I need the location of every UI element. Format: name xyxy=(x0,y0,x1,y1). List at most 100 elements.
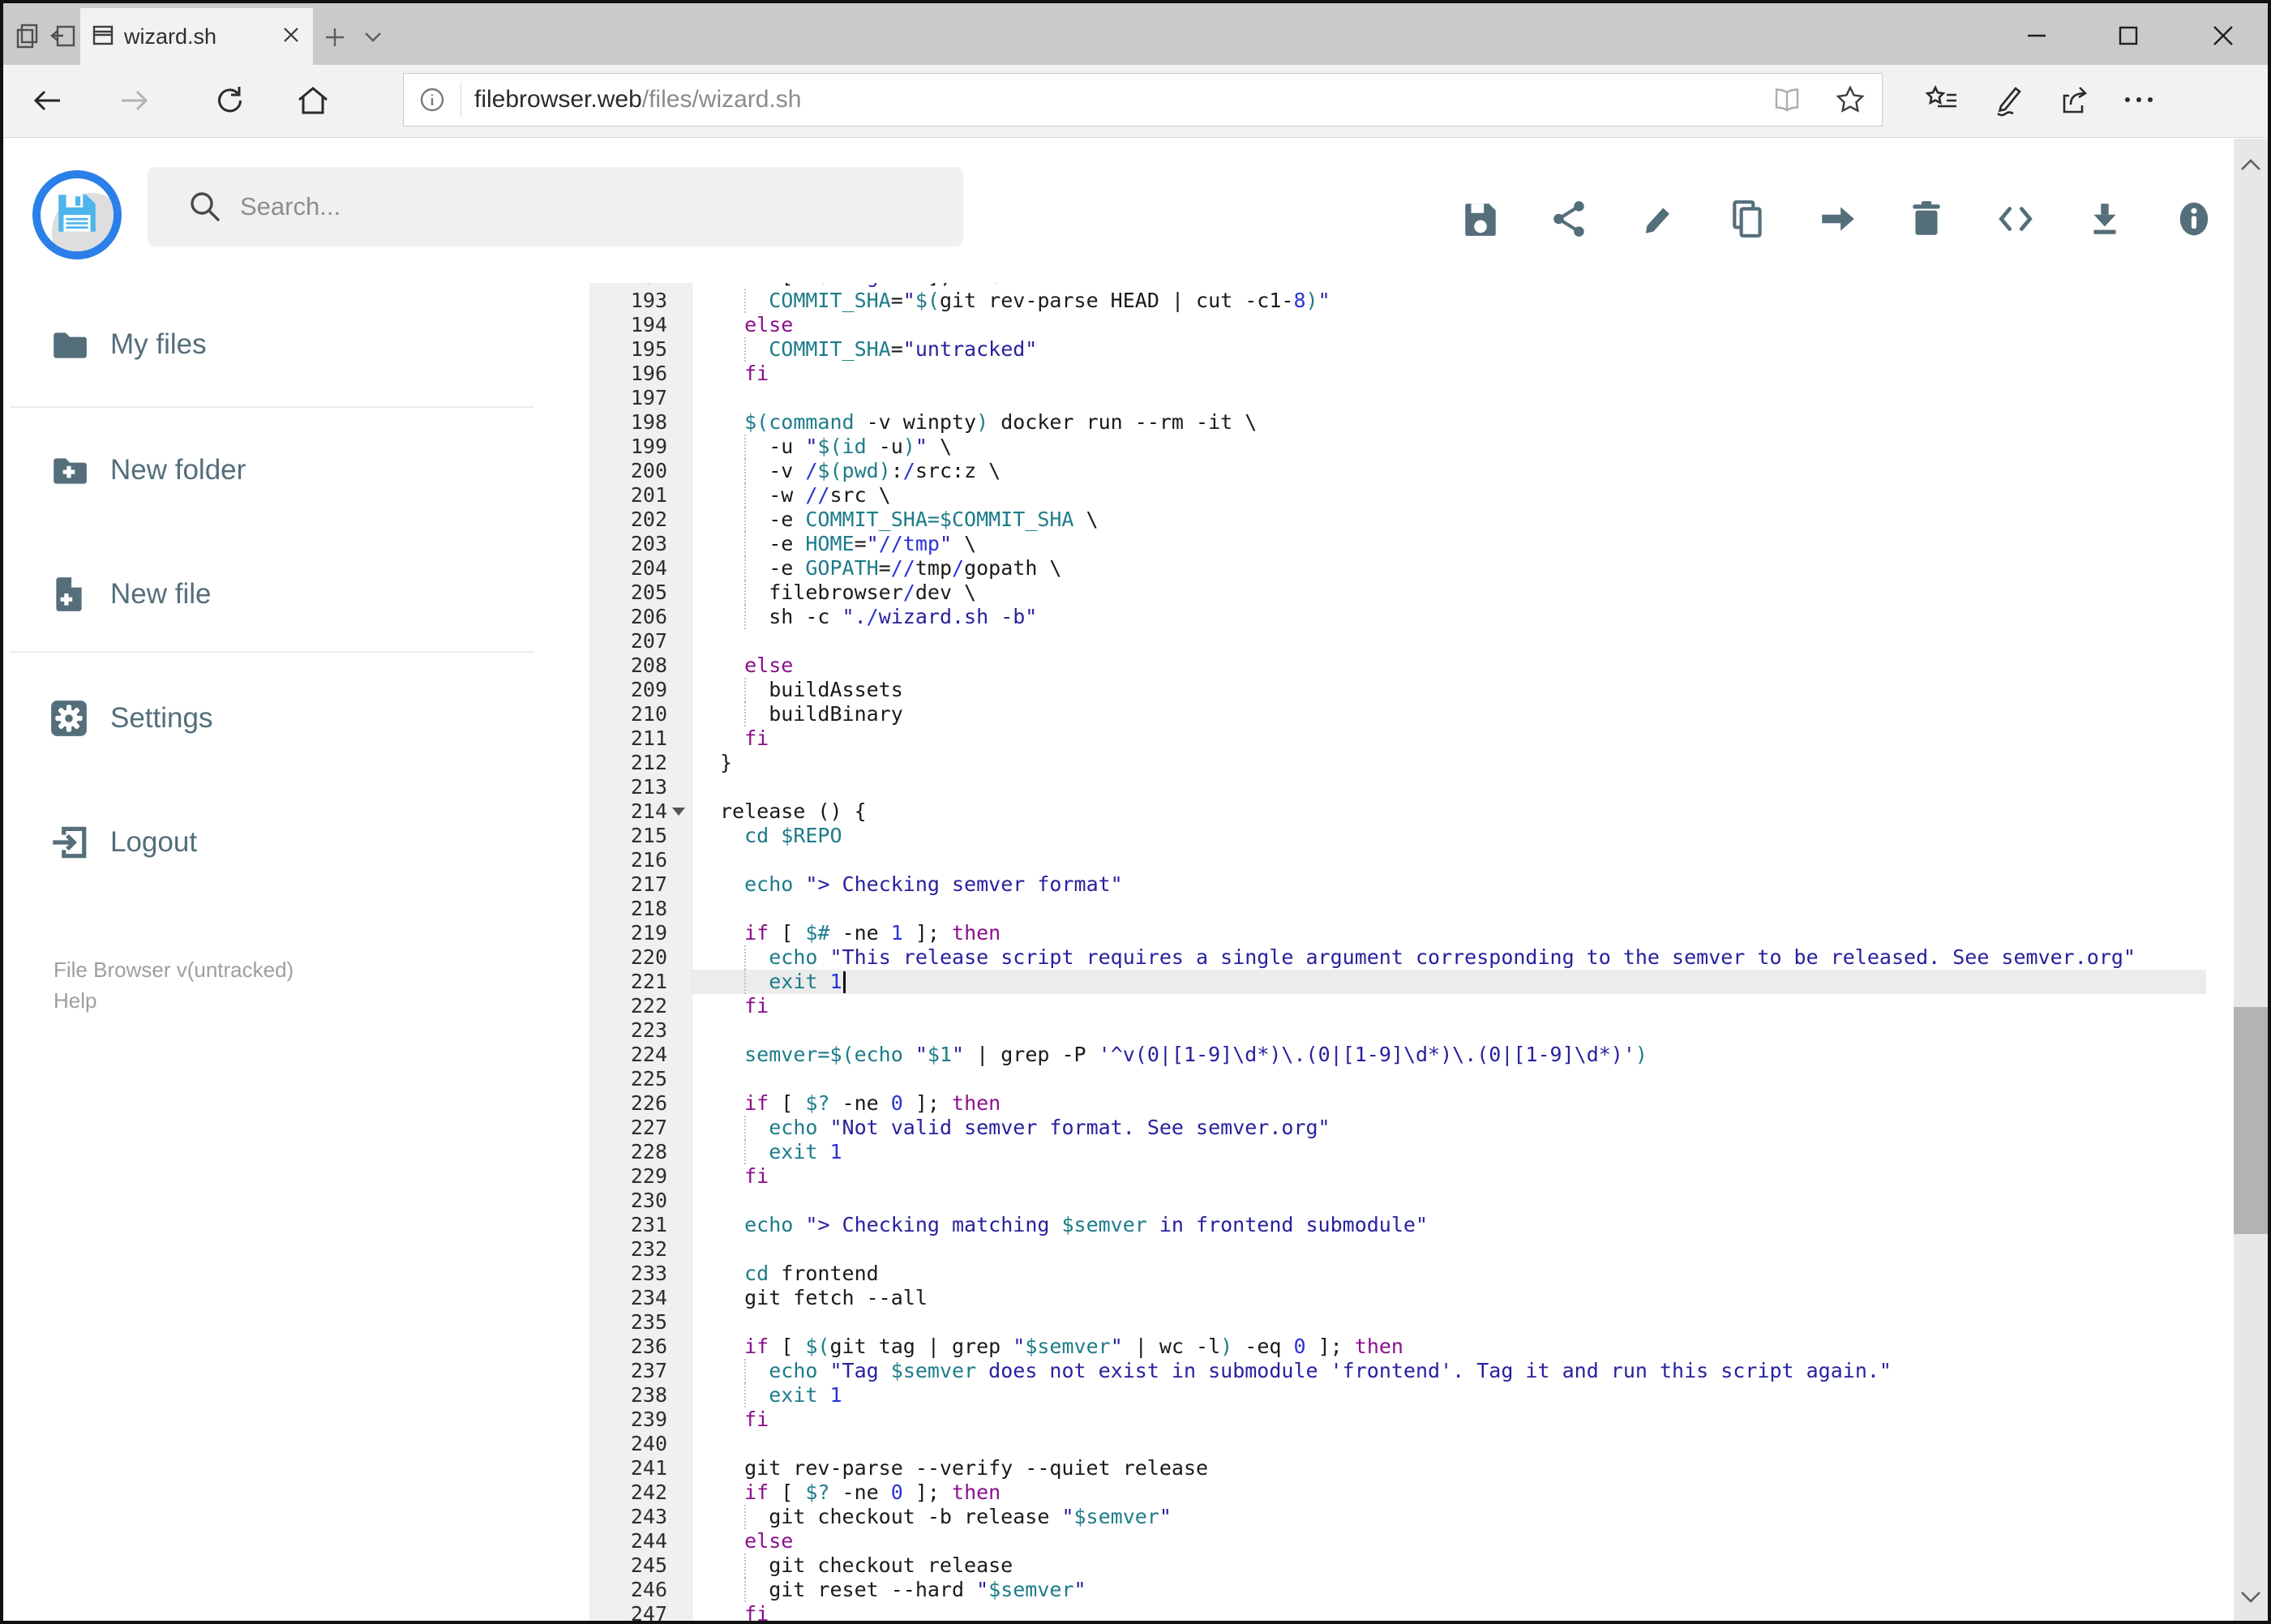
page-scrollbar[interactable] xyxy=(2234,139,2268,1621)
app-logo-floppy-icon[interactable] xyxy=(32,170,122,259)
tabs-set-aside-icon[interactable] xyxy=(13,21,42,50)
code-line[interactable]: 219 if [ $# -ne 1 ]; then xyxy=(540,921,2206,945)
info-button[interactable] xyxy=(2171,196,2217,242)
maximize-icon[interactable] xyxy=(2106,21,2151,50)
sidebar-item-new-folder[interactable]: New folder xyxy=(3,438,538,503)
code-line[interactable]: 211 fi xyxy=(540,726,2206,751)
code-line[interactable]: 241 git rev-parse --verify --quiet relea… xyxy=(540,1456,2206,1480)
sidebar-item-logout[interactable]: Logout xyxy=(3,810,538,875)
code-line[interactable]: 244 else xyxy=(540,1529,2206,1553)
edit-button[interactable] xyxy=(1636,196,1682,242)
forward-icon[interactable] xyxy=(112,76,157,125)
search-box[interactable] xyxy=(148,167,963,246)
refresh-icon[interactable] xyxy=(206,76,251,125)
code-editor[interactable]: 192 if [ -d ".git" ]; then193 COMMIT_SHA… xyxy=(540,283,2206,1621)
scrollbar-thumb[interactable] xyxy=(2234,1007,2268,1234)
sidebar-item-new-file[interactable]: New file xyxy=(3,562,538,627)
code-line[interactable]: 217 echo "> Checking semver format" xyxy=(540,872,2206,897)
home-icon[interactable] xyxy=(290,76,336,125)
hub-favorites-icon[interactable] xyxy=(1915,75,1970,125)
browser-tab[interactable]: wizard.sh xyxy=(80,8,313,65)
code-line[interactable]: 234 git fetch --all xyxy=(540,1286,2206,1310)
code-line[interactable]: 199 -u "$(id -u)" \ xyxy=(540,435,2206,459)
code-line[interactable]: 198 $(command -v winpty) docker run --rm… xyxy=(540,410,2206,435)
code-line[interactable]: 238 exit 1 xyxy=(540,1383,2206,1408)
code-line[interactable]: 239 fi xyxy=(540,1408,2206,1432)
code-line[interactable]: 231 echo "> Checking matching $semver in… xyxy=(540,1213,2206,1237)
code-line[interactable]: 223 xyxy=(540,1018,2206,1043)
code-line[interactable]: 232 xyxy=(540,1237,2206,1262)
download-button[interactable] xyxy=(2082,196,2127,242)
code-line[interactable]: 228 exit 1 xyxy=(540,1140,2206,1164)
code-line[interactable]: 207 xyxy=(540,629,2206,653)
code-line[interactable]: 224 semver=$(echo "$1" | grep -P '^v(0|[… xyxy=(540,1043,2206,1067)
copy-button[interactable] xyxy=(1725,196,1771,242)
new-tab-icon[interactable] xyxy=(321,24,349,51)
share-icon[interactable] xyxy=(2047,75,2102,125)
annotate-pen-icon[interactable] xyxy=(1982,75,2037,125)
code-line[interactable]: 237 echo "Tag $semver does not exist in … xyxy=(540,1359,2206,1383)
code-line[interactable]: 192 if [ -d ".git" ]; then xyxy=(540,283,2206,289)
code-line[interactable]: 233 cd frontend xyxy=(540,1262,2206,1286)
code-line[interactable]: 222 fi xyxy=(540,994,2206,1018)
code-line[interactable]: 240 xyxy=(540,1432,2206,1456)
close-icon[interactable] xyxy=(2200,21,2246,50)
help-link[interactable]: Help xyxy=(54,985,294,1016)
code-line[interactable]: 247 fi xyxy=(540,1602,2206,1621)
code-line[interactable]: 200 -v /$(pwd):/src:z \ xyxy=(540,459,2206,483)
code-line[interactable]: 245 git checkout release xyxy=(540,1553,2206,1578)
code-line[interactable]: 230 xyxy=(540,1189,2206,1213)
code-line[interactable]: 235 xyxy=(540,1310,2206,1335)
code-line[interactable]: 202 -e COMMIT_SHA=$COMMIT_SHA \ xyxy=(540,508,2206,532)
search-input[interactable] xyxy=(238,191,963,222)
code-line[interactable]: 201 -w //src \ xyxy=(540,483,2206,508)
code-line[interactable]: 215 cd $REPO xyxy=(540,824,2206,848)
move-button[interactable] xyxy=(1815,196,1860,242)
url-text[interactable]: filebrowser.web/files/wizard.sh xyxy=(474,86,1755,114)
code-line[interactable]: 194 else xyxy=(540,313,2206,337)
code-line[interactable]: 213 xyxy=(540,775,2206,799)
delete-button[interactable] xyxy=(1904,196,1949,242)
code-button[interactable] xyxy=(1993,196,2038,242)
code-line[interactable]: 208 else xyxy=(540,653,2206,678)
code-line[interactable]: 210 buildBinary xyxy=(540,702,2206,726)
reading-view-icon[interactable] xyxy=(1755,87,1819,113)
sidebar-item-my-files[interactable]: My files xyxy=(3,312,538,377)
code-line[interactable]: 218 xyxy=(540,897,2206,921)
code-line[interactable]: 243 git checkout -b release "$semver" xyxy=(540,1505,2206,1529)
favorite-star-icon[interactable] xyxy=(1819,84,1882,115)
scroll-down-icon[interactable] xyxy=(2234,1576,2268,1617)
code-line[interactable]: 226 if [ $? -ne 0 ]; then xyxy=(540,1091,2206,1116)
code-line[interactable]: 216 xyxy=(540,848,2206,872)
code-line[interactable]: 196 fi xyxy=(540,362,2206,386)
set-tabs-aside-icon[interactable] xyxy=(49,21,78,50)
site-info-icon[interactable] xyxy=(404,86,461,114)
code-line[interactable]: 195 COMMIT_SHA="untracked" xyxy=(540,337,2206,362)
code-line[interactable]: 220 echo "This release script requires a… xyxy=(540,945,2206,970)
code-line[interactable]: 204 -e GOPATH=//tmp/gopath \ xyxy=(540,556,2206,581)
code-line[interactable]: 236 if [ $(git tag | grep "$semver" | wc… xyxy=(540,1335,2206,1359)
code-line[interactable]: 229 fi xyxy=(540,1164,2206,1189)
code-line[interactable]: 246 git reset --hard "$semver" xyxy=(540,1578,2206,1602)
fold-arrow-icon[interactable] xyxy=(672,808,685,816)
code-line[interactable]: 206 sh -c "./wizard.sh -b" xyxy=(540,605,2206,629)
sidebar-item-settings[interactable]: Settings xyxy=(3,686,538,751)
code-line[interactable]: 212} xyxy=(540,751,2206,775)
share-button[interactable] xyxy=(1547,196,1592,242)
minimize-icon[interactable] xyxy=(2014,21,2059,50)
tab-preview-chevron-icon[interactable] xyxy=(360,26,386,49)
close-tab-icon[interactable] xyxy=(281,24,302,49)
code-line[interactable]: 225 xyxy=(540,1067,2206,1091)
back-icon[interactable] xyxy=(24,76,70,125)
address-bar[interactable]: filebrowser.web/files/wizard.sh xyxy=(403,73,1883,126)
code-line[interactable]: 221 exit 1 xyxy=(540,970,2206,994)
code-line[interactable]: 227 echo "Not valid semver format. See s… xyxy=(540,1116,2206,1140)
more-ellipsis-icon[interactable] xyxy=(2111,75,2166,125)
code-line[interactable]: 205 filebrowser/dev \ xyxy=(540,581,2206,605)
code-line[interactable]: 203 -e HOME="//tmp" \ xyxy=(540,532,2206,556)
code-line[interactable]: 242 if [ $? -ne 0 ]; then xyxy=(540,1480,2206,1505)
code-line[interactable]: 214 release () { xyxy=(540,799,2206,824)
scroll-up-icon[interactable] xyxy=(2234,145,2268,186)
code-line[interactable]: 209 buildAssets xyxy=(540,678,2206,702)
save-button[interactable] xyxy=(1458,196,1503,242)
